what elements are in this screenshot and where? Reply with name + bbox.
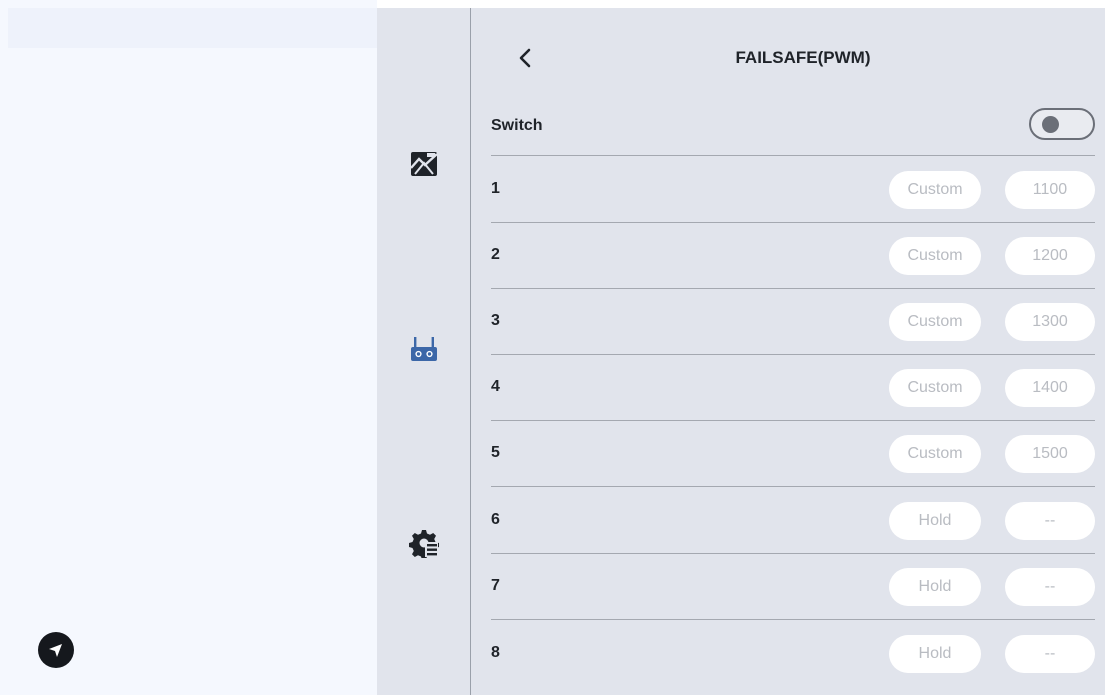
channel-mode-button[interactable]: Custom xyxy=(889,171,981,209)
channel-value-field[interactable]: 1100 xyxy=(1005,171,1095,209)
channel-label: 2 xyxy=(491,246,500,263)
channel-mode-button[interactable]: Custom xyxy=(889,369,981,407)
channel-row: 7 Hold -- xyxy=(491,553,1095,619)
channel-row: 3 Custom 1300 xyxy=(491,288,1095,354)
channel-mode-button[interactable]: Custom xyxy=(889,237,981,275)
channel-label: 8 xyxy=(491,644,500,661)
switch-label: Switch xyxy=(491,117,543,134)
toggle-knob xyxy=(1042,116,1059,133)
channel-row: 8 Hold -- xyxy=(491,620,1095,686)
failsafe-panel: FAILSAFE(PWM) Switch 1 Custom 1100 2 Cus… xyxy=(471,8,1105,695)
channel-row: 4 Custom 1400 xyxy=(491,354,1095,420)
channel-value-field[interactable]: 1300 xyxy=(1005,303,1095,341)
channel-value-field[interactable]: -- xyxy=(1005,635,1095,673)
image-settings-icon[interactable] xyxy=(407,147,441,181)
switch-row: Switch xyxy=(491,100,1095,155)
left-top-strip xyxy=(8,8,377,48)
channel-value-field[interactable]: -- xyxy=(1005,568,1095,606)
channel-mode-button[interactable]: Custom xyxy=(889,435,981,473)
channel-value-field[interactable]: 1400 xyxy=(1005,369,1095,407)
panel-header: FAILSAFE(PWM) xyxy=(471,8,1105,100)
channel-mode-button[interactable]: Custom xyxy=(889,303,981,341)
channel-row: 5 Custom 1500 xyxy=(491,420,1095,486)
channel-label: 7 xyxy=(491,577,500,594)
page-title: FAILSAFE(PWM) xyxy=(735,48,871,67)
channel-mode-button[interactable]: Hold xyxy=(889,568,981,606)
channel-label: 4 xyxy=(491,378,500,395)
channel-row: 2 Custom 1200 xyxy=(491,222,1095,288)
channel-row: 1 Custom 1100 xyxy=(491,156,1095,222)
channel-row: 6 Hold -- xyxy=(491,487,1095,553)
channel-label: 6 xyxy=(491,511,500,528)
channel-mode-button[interactable]: Hold xyxy=(889,635,981,673)
left-pane xyxy=(0,0,377,695)
channel-value-field[interactable]: 1500 xyxy=(1005,435,1095,473)
channel-label: 3 xyxy=(491,312,500,329)
channel-mode-button[interactable]: Hold xyxy=(889,502,981,540)
channel-value-field[interactable]: -- xyxy=(1005,502,1095,540)
channel-value-field[interactable]: 1200 xyxy=(1005,237,1095,275)
gear-list-icon[interactable] xyxy=(407,526,441,560)
remote-controller-icon[interactable] xyxy=(407,333,441,367)
channel-label: 1 xyxy=(491,180,500,197)
channel-label: 5 xyxy=(491,444,500,461)
navigation-arrow-icon[interactable] xyxy=(38,632,74,668)
failsafe-switch-toggle[interactable] xyxy=(1029,108,1095,140)
